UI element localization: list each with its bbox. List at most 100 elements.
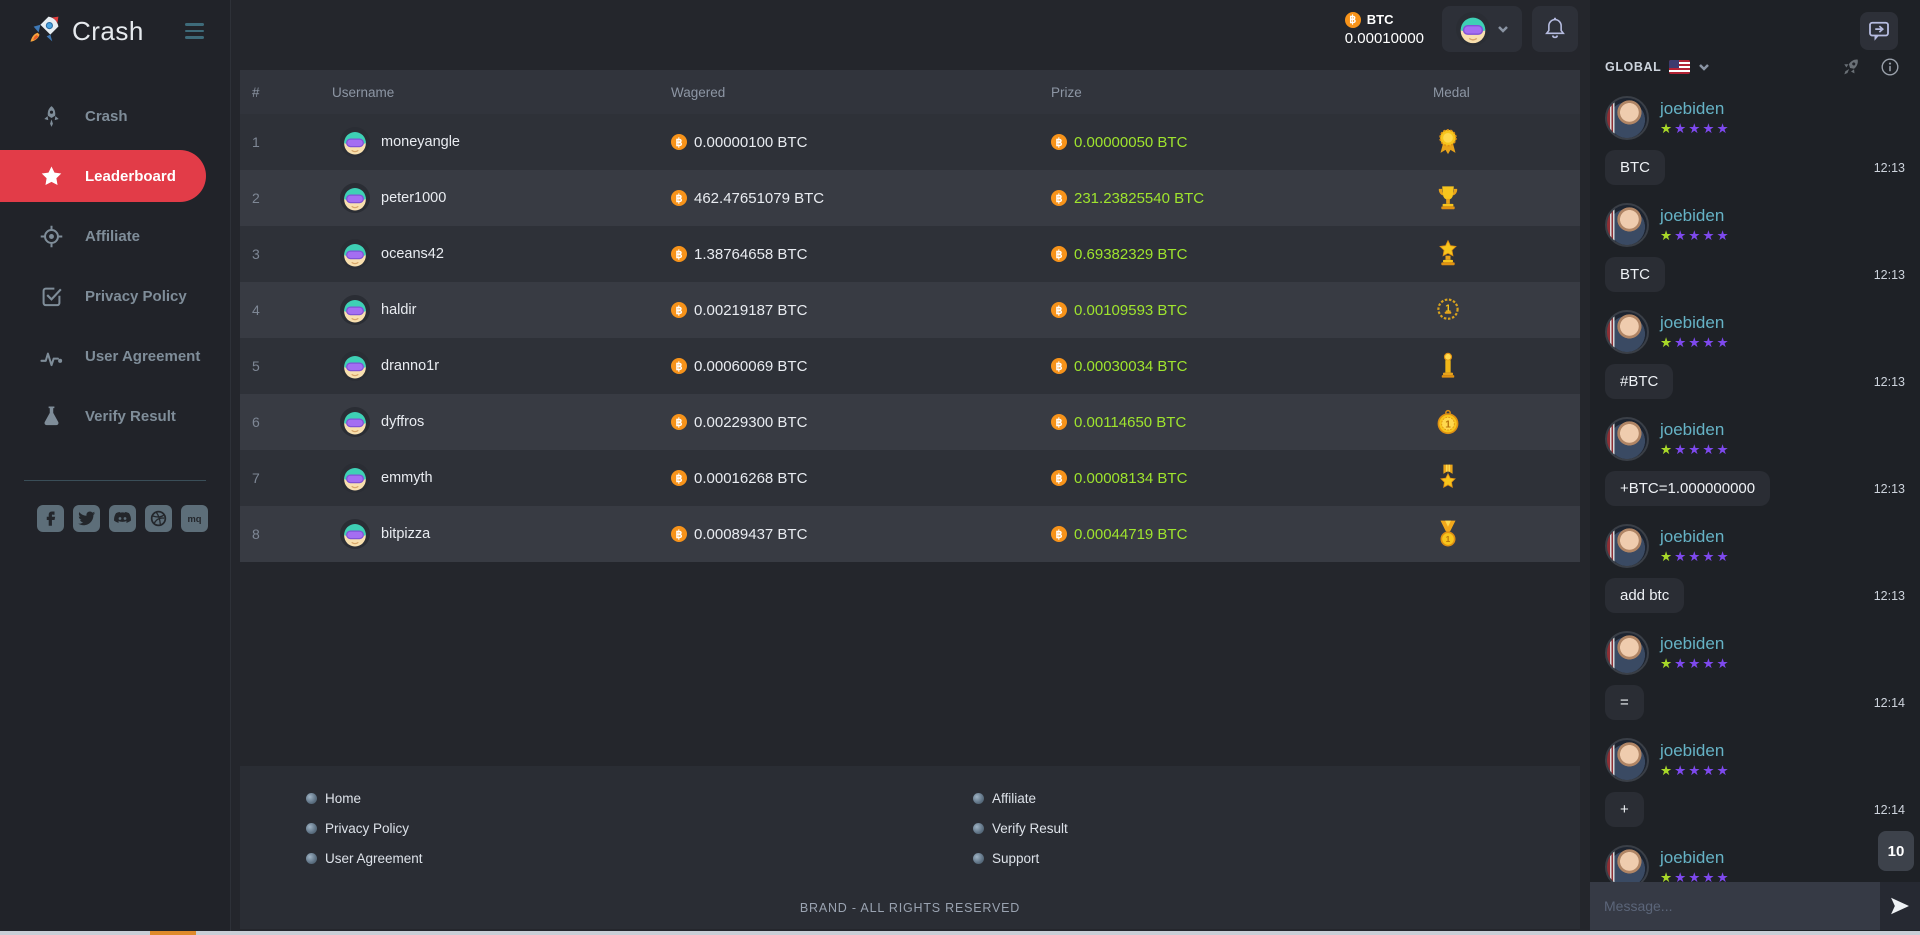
unread-count-badge[interactable]: 10 (1878, 831, 1914, 871)
row-username: peter1000 (381, 190, 447, 206)
row-user-cell: emmyth (332, 463, 671, 493)
user-avatar (1456, 12, 1490, 46)
chat-rocket-icon[interactable] (1835, 51, 1866, 82)
footer-link[interactable]: Affiliate (973, 783, 1580, 813)
medal-icon (1433, 238, 1463, 270)
sidebar-nav-item[interactable]: Affiliate (0, 210, 230, 262)
send-button[interactable] (1880, 882, 1920, 930)
page-footer: Home Privacy Policy User Agreement Affil… (240, 766, 1580, 929)
user-rating-stars: ★★★★★ (1660, 870, 1731, 882)
nav-item-label: Verify Result (85, 407, 176, 425)
footer-link[interactable]: User Agreement (306, 843, 910, 873)
nav-item-icon (40, 105, 63, 128)
sidebar-nav-item[interactable]: Verify Result (0, 390, 230, 442)
user-rating-stars: ★★★★★ (1660, 442, 1731, 458)
social-icon[interactable] (109, 505, 136, 532)
footer-link-label: Verify Result (992, 820, 1068, 836)
bullet-icon (973, 852, 984, 864)
row-prize-cell: 0.00109593 BTC (1051, 302, 1433, 319)
horizontal-scrollbar[interactable] (0, 931, 1920, 935)
star-icon: ★ (1674, 870, 1689, 882)
sidebar-nav-item[interactable]: User Agreement (0, 330, 230, 382)
bullet-icon (973, 822, 984, 834)
row-prize-cell: 0.00044719 BTC (1051, 526, 1433, 543)
star-icon: ★ (1660, 228, 1675, 243)
row-prize-cell: 231.23825540 BTC (1051, 190, 1433, 207)
nav-item-label: Privacy Policy (85, 287, 187, 305)
star-icon: ★ (1702, 549, 1717, 564)
star-icon: ★ (1688, 335, 1703, 350)
star-icon: ★ (1716, 549, 1731, 564)
social-icon[interactable] (181, 505, 208, 532)
row-prize-cell: 0.00030034 BTC (1051, 358, 1433, 375)
chat-user-avatar (1605, 417, 1649, 461)
chat-messages: joebiden ★★★★★ BTC 12:13 joebiden ★★★★★ (1590, 86, 1920, 882)
chat-toggle-button[interactable] (1860, 12, 1898, 50)
social-icon[interactable] (145, 505, 172, 532)
star-icon: ★ (1674, 549, 1689, 564)
btc-coin-icon (671, 470, 687, 486)
chat-toggle-icon (1869, 21, 1889, 41)
row-wagered-value: 0.00219187 BTC (694, 301, 808, 319)
chat-message-input[interactable] (1590, 882, 1880, 930)
brand-rocket-icon[interactable] (26, 13, 62, 49)
footer-link[interactable]: Support (973, 843, 1580, 873)
chat-message: joebiden ★★★★★ #BTC 12:13 (1605, 310, 1905, 399)
chat-message-time: 12:14 (1873, 695, 1905, 710)
user-avatar (340, 463, 370, 493)
chat-channel-selector[interactable]: GLOBAL (1605, 60, 1710, 74)
row-user-cell: bitpizza (332, 519, 671, 549)
row-username: dranno1r (381, 358, 440, 374)
row-prize-value: 0.00114650 BTC (1074, 413, 1187, 431)
social-icon[interactable] (37, 505, 64, 532)
chat-input-bar (1590, 882, 1920, 930)
sidebar-nav-item[interactable]: Crash (0, 90, 230, 142)
row-username: moneyangle (381, 134, 460, 150)
btc-coin-icon (671, 246, 687, 262)
chat-message: joebiden ★★★★★ BTC 12:13 (1605, 203, 1905, 292)
star-icon: ★ (1660, 335, 1675, 350)
hamburger-menu-icon[interactable] (185, 23, 204, 39)
star-icon: ★ (1660, 442, 1675, 457)
star-icon: ★ (1674, 335, 1689, 350)
send-icon (1891, 897, 1909, 915)
leaderboard-row: 4 haldir 0.00219187 BTC 0.00109593 BTC (240, 282, 1580, 338)
sidebar-nav-item[interactable]: Leaderboard (0, 150, 206, 202)
star-icon: ★ (1688, 549, 1703, 564)
row-username: oceans42 (381, 246, 444, 262)
chat-message-text: BTC (1605, 150, 1665, 185)
row-user-cell: haldir (332, 295, 671, 325)
medal-icon (1433, 350, 1463, 382)
row-user-cell: moneyangle (332, 127, 671, 157)
column-header-prize: Prize (1051, 84, 1082, 100)
user-menu-button[interactable] (1442, 6, 1522, 52)
copyright-text: BRAND - ALL RIGHTS RESERVED (799, 901, 1021, 915)
brand-name[interactable]: Crash (72, 16, 144, 47)
chat-username: joebiden (1660, 527, 1725, 546)
row-medal-cell (1433, 350, 1580, 382)
row-prize-value: 0.00008134 BTC (1074, 469, 1188, 487)
footer-link[interactable]: Verify Result (973, 813, 1580, 843)
footer-link[interactable]: Home (306, 783, 910, 813)
scrollbar-thumb[interactable] (150, 931, 196, 935)
wallet-balance[interactable]: BTC 0.00010000 (1344, 11, 1424, 47)
social-icon[interactable] (73, 505, 100, 532)
sidebar-nav-item[interactable]: Privacy Policy (0, 270, 230, 322)
user-avatar (340, 407, 370, 437)
star-icon: ★ (1660, 870, 1675, 882)
btc-coin-icon (1051, 190, 1067, 206)
notifications-button[interactable] (1532, 6, 1578, 52)
chat-message: joebiden ★★★★★ +BTC=1.000000000 12:13 (1605, 417, 1905, 506)
info-icon[interactable] (1880, 57, 1900, 77)
footer-link[interactable]: Privacy Policy (306, 813, 910, 843)
footer-link-label: Home (325, 790, 362, 806)
user-avatar (340, 351, 370, 381)
btc-coin-icon (1051, 246, 1067, 262)
btc-coin-icon (671, 190, 687, 206)
chat-user-avatar (1605, 524, 1649, 568)
row-rank: 7 (252, 470, 260, 486)
row-prize-cell: 0.00000050 BTC (1051, 134, 1433, 151)
star-icon: ★ (1716, 442, 1731, 457)
row-wagered-cell: 462.47651079 BTC (671, 190, 1051, 207)
leaderboard-row: 1 moneyangle 0.00000100 BTC 0.00000050 B… (240, 114, 1580, 170)
